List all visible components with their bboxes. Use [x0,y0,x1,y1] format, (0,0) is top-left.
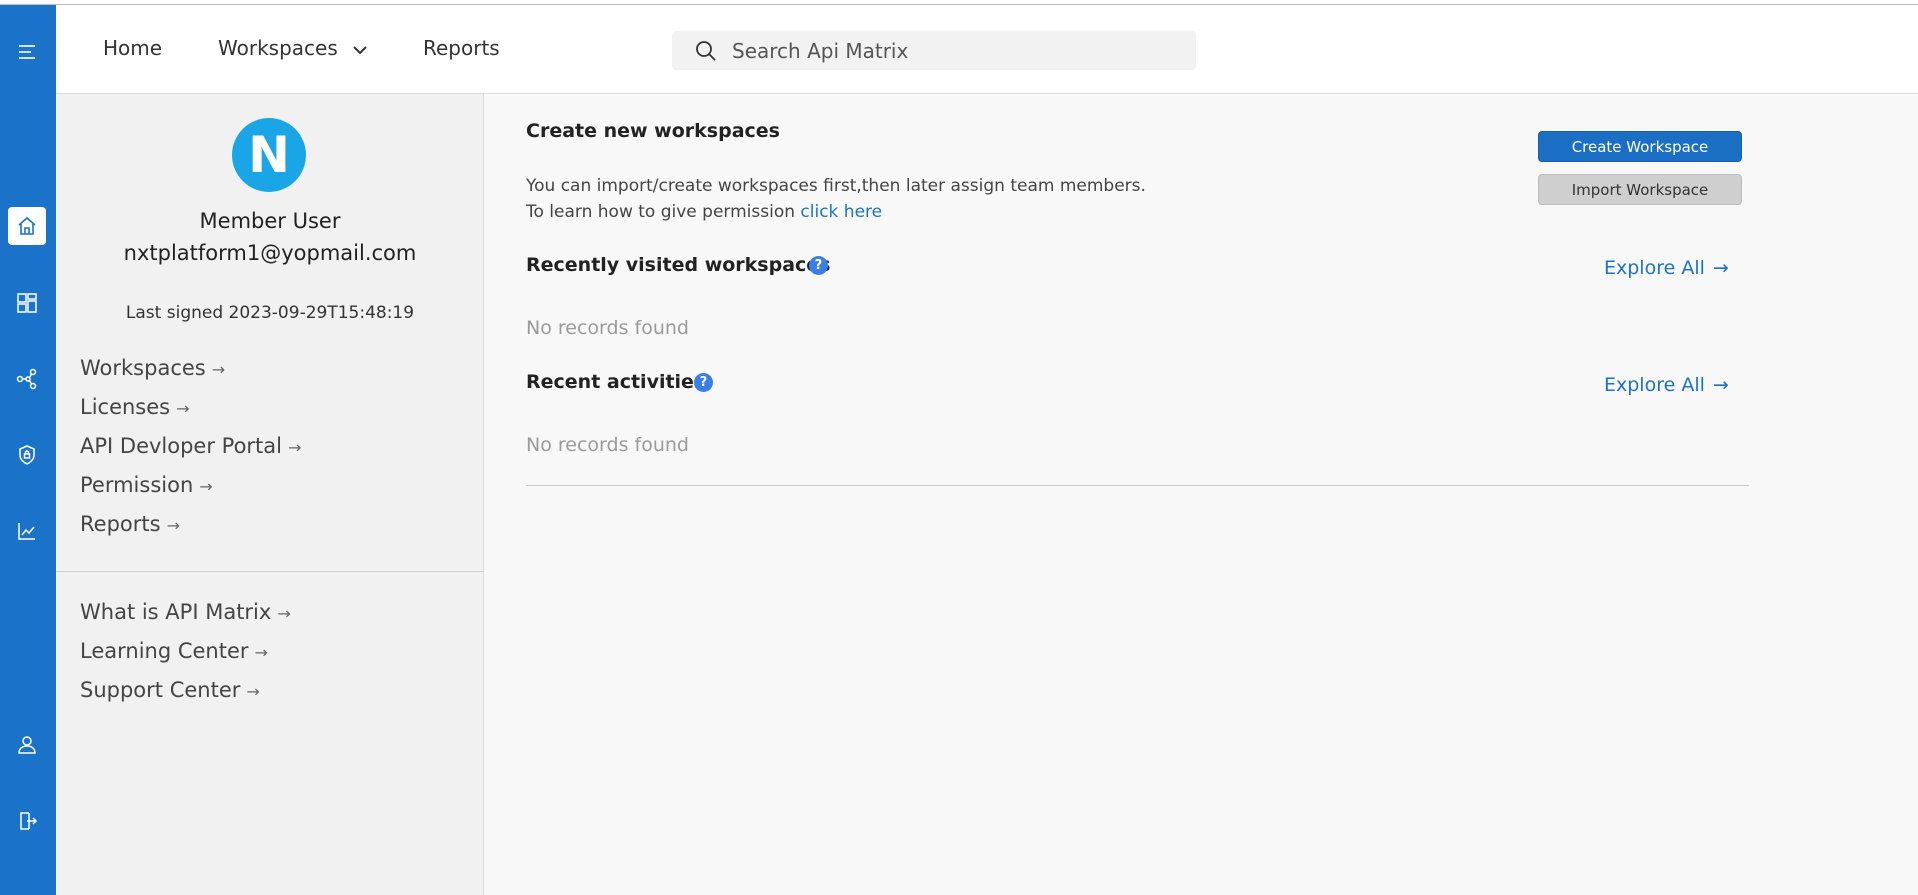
main-content: Create new workspaces You can import/cre… [485,94,1918,895]
link-label: Reports [80,512,161,536]
link-label: Support Center [80,678,241,702]
permission-hint-text: To learn how to give permission [526,202,795,222]
arrow-right-icon: → [246,682,260,701]
share-nodes-icon[interactable] [8,360,46,398]
help-icon[interactable]: ? [809,256,828,275]
menu-icon[interactable] [8,33,46,71]
no-records-activities: No records found [526,434,689,456]
nav-reports[interactable]: Reports [423,36,500,60]
explore-all-label: Explore All [1604,374,1705,396]
recent-activities-title: Recent activities [526,371,706,393]
logout-icon[interactable] [8,802,46,840]
search-box[interactable] [672,31,1196,70]
arrow-right-icon: → [211,360,226,379]
click-here-link[interactable]: click here [800,202,882,222]
top-header: Home Workspaces Reports [56,5,1918,94]
arrow-right-icon: → [1712,374,1729,396]
last-signed: Last signed 2023-09-29T15:48:19 [125,303,415,323]
nav-workspaces-label: Workspaces [218,36,338,60]
chevron-down-icon [353,45,367,54]
profile-link-permission[interactable]: Permission → [80,473,213,497]
search-input[interactable] [732,31,1172,70]
arrow-right-icon: → [288,438,302,457]
explore-all-workspaces-link[interactable]: Explore All → [1604,257,1729,279]
profile-link-developer-portal[interactable]: API Devloper Portal → [80,434,301,458]
search-icon [696,41,716,61]
home-icon[interactable] [8,207,46,245]
create-description: You can import/create workspaces first,t… [526,176,1146,196]
permission-hint: To learn how to give permission click he… [526,202,882,222]
profile-link-workspaces[interactable]: Workspaces → [80,356,225,380]
profile-link-reports[interactable]: Reports → [80,512,180,536]
link-label: Licenses [80,395,171,419]
profile-panel: N Member User nxtplatform1@yopmail.com L… [56,94,484,895]
link-label: Workspaces [80,356,206,380]
side-rail [0,5,56,895]
link-label: What is API Matrix [80,600,272,624]
help-icon[interactable]: ? [694,373,713,392]
nav-workspaces[interactable]: Workspaces [218,36,368,60]
link-label: Learning Center [80,639,249,663]
link-label: API Devloper Portal [80,434,282,458]
arrow-right-icon: → [199,477,213,496]
divider [526,485,1749,486]
arrow-right-icon: → [1712,257,1729,279]
profile-link-licenses[interactable]: Licenses → [80,395,190,419]
explore-all-label: Explore All [1604,257,1705,279]
user-name: Member User [199,209,341,233]
arrow-right-icon: → [277,604,291,623]
help-link-support-center[interactable]: Support Center → [80,678,260,702]
link-label: Permission [80,473,194,497]
import-workspace-button[interactable]: Import Workspace [1538,174,1742,205]
explore-all-activities-link[interactable]: Explore All → [1604,374,1729,396]
help-link-learning-center[interactable]: Learning Center → [80,639,268,663]
analytics-chart-icon[interactable] [8,512,46,550]
avatar: N [232,118,306,192]
create-workspaces-title: Create new workspaces [526,120,780,142]
arrow-right-icon: → [254,643,268,662]
dashboard-icon[interactable] [8,284,46,322]
user-email: nxtplatform1@yopmail.com [123,241,417,265]
create-workspace-button[interactable]: Create Workspace [1538,131,1742,162]
arrow-right-icon: → [176,399,190,418]
no-records-workspaces: No records found [526,317,689,339]
nav-home[interactable]: Home [103,36,162,60]
recent-workspaces-title: Recently visited workspaces [526,254,831,276]
help-link-what-is[interactable]: What is API Matrix → [80,600,291,624]
user-icon[interactable] [8,726,46,764]
divider [56,571,484,572]
arrow-right-icon: → [166,516,180,535]
avatar-letter: N [248,126,290,184]
shield-icon[interactable] [8,436,46,474]
